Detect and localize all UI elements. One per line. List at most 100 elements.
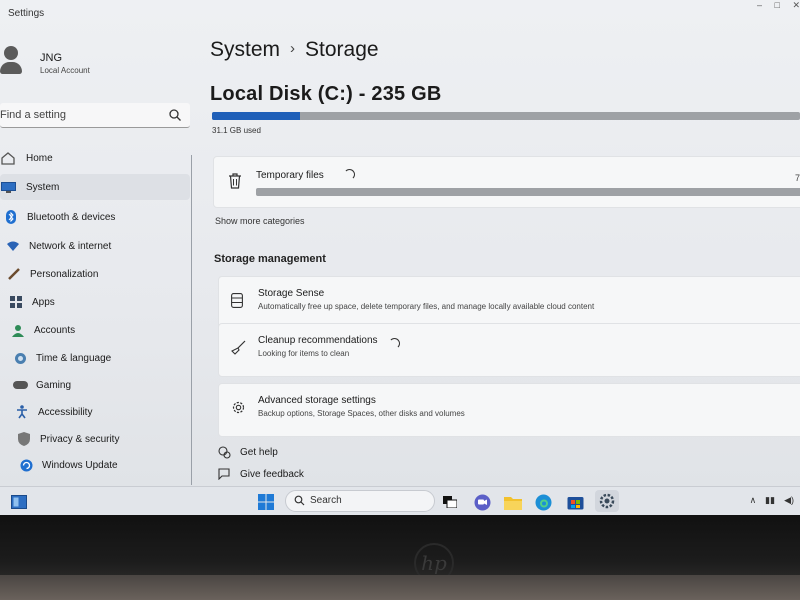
edge-icon[interactable]: [533, 492, 553, 512]
search-icon: [294, 495, 305, 506]
person-icon: [10, 323, 26, 337]
temporary-files-label: Temporary files: [256, 170, 324, 181]
disk-title: Local Disk (C:) - 235 GB: [210, 83, 442, 105]
brush-icon: [6, 267, 22, 281]
advanced-storage-settings-title: Advanced storage settings: [258, 395, 376, 406]
storage-sense-card[interactable]: Storage Sense Automatically free up spac…: [218, 276, 800, 330]
cleanup-recommendations-title: Cleanup recommendations: [258, 335, 378, 346]
sidebar-item-system[interactable]: System: [0, 174, 190, 200]
sidebar-item-network[interactable]: Network & internet: [5, 233, 185, 259]
sidebar-item-gaming[interactable]: Gaming: [12, 372, 192, 398]
minimize-button[interactable]: –: [757, 0, 762, 10]
sidebar-item-label: Bluetooth & devices: [27, 211, 116, 223]
store-icon[interactable]: [565, 492, 585, 512]
window-controls: – □ ✕: [747, 0, 800, 14]
get-help-label: Get help: [240, 447, 278, 458]
maximize-button[interactable]: □: [775, 0, 780, 10]
avatar[interactable]: [0, 46, 22, 76]
sidebar-item-home[interactable]: Home: [0, 145, 150, 171]
advanced-storage-settings-description: Backup options, Storage Spaces, other di…: [258, 409, 465, 418]
accessibility-icon: [14, 405, 30, 419]
storage-icon: [231, 293, 243, 308]
disk-usage-fill: [212, 112, 301, 120]
sidebar-item-label: Home: [26, 152, 53, 164]
give-feedback-label: Give feedback: [240, 468, 304, 480]
sidebar-item-accounts[interactable]: Accounts: [10, 317, 190, 343]
sidebar-item-bluetooth[interactable]: Bluetooth & devices: [3, 204, 183, 230]
advanced-storage-settings-card[interactable]: Advanced storage settings Backup options…: [218, 383, 800, 437]
sidebar-item-label: Network & internet: [29, 240, 112, 252]
taskbar-search-box[interactable]: Search: [285, 490, 435, 512]
help-icon: [216, 446, 232, 459]
breadcrumb-parent[interactable]: System: [210, 38, 280, 61]
get-help-link[interactable]: Get help: [216, 446, 278, 459]
chat-icon[interactable]: [472, 492, 492, 512]
globe-clock-icon: [12, 351, 28, 365]
give-feedback-link[interactable]: Give feedback: [216, 468, 304, 480]
sidebar-item-personalization[interactable]: Personalization: [6, 261, 186, 287]
storage-sense-description: Automatically free up space, delete temp…: [258, 302, 595, 311]
desk-surface: [0, 575, 800, 600]
title-bar: Settings – □ ✕: [0, 0, 800, 26]
monitor-icon: [0, 180, 16, 194]
breadcrumb-separator: ›: [290, 40, 296, 57]
system-tray[interactable]: ∧ ▮▮ ◀): [750, 495, 794, 506]
breadcrumb: System › Storage: [210, 38, 379, 62]
temporary-files-size: 7: [794, 173, 800, 183]
close-button[interactable]: ✕: [792, 0, 800, 11]
cleanup-recommendations-description: Looking for items to clean: [258, 349, 350, 358]
loading-spinner-icon: [389, 338, 400, 349]
show-more-categories-link[interactable]: Show more categories: [215, 216, 305, 226]
chevron-up-icon[interactable]: ∧: [750, 495, 757, 506]
widgets-icon[interactable]: [10, 492, 28, 512]
app-title: Settings: [8, 8, 45, 19]
volume-icon[interactable]: ◀): [784, 495, 794, 506]
search-icon[interactable]: [168, 108, 182, 122]
disk-usage-bar: [212, 112, 800, 120]
shield-icon: [16, 432, 32, 446]
loading-spinner-icon: [344, 169, 355, 180]
feedback-icon: [216, 468, 232, 480]
sidebar-item-label: Windows Update: [42, 459, 118, 471]
sidebar-item-label: Time & language: [36, 352, 112, 364]
sidebar-item-apps[interactable]: Apps: [8, 289, 188, 315]
page-title: Storage: [305, 38, 379, 61]
sidebar-item-label: Personalization: [30, 268, 99, 280]
cleanup-recommendations-card[interactable]: Cleanup recommendations Looking for item…: [218, 323, 800, 377]
sidebar-item-label: Apps: [32, 296, 55, 308]
storage-sense-title: Storage Sense: [258, 288, 325, 299]
wifi-icon[interactable]: ▮▮: [765, 495, 775, 506]
update-icon: [18, 458, 34, 472]
taskbar: Search ∧ ▮▮ ◀): [0, 486, 800, 515]
apps-icon: [8, 295, 24, 309]
search-input[interactable]: [0, 103, 165, 127]
sidebar-item-label: Accessibility: [38, 406, 93, 418]
disk-used-text: 31.1 GB used: [212, 126, 261, 135]
file-explorer-icon[interactable]: [503, 492, 523, 512]
sidebar-item-label: Privacy & security: [40, 433, 120, 445]
sidebar-item-time-language[interactable]: Time & language: [12, 345, 192, 371]
search-box[interactable]: [0, 103, 190, 128]
sidebar-item-windows-update[interactable]: Windows Update: [18, 452, 193, 478]
gear-icon: [232, 401, 245, 414]
task-view-icon[interactable]: [441, 492, 459, 512]
screen: Settings – □ ✕ JNG Local Account Home Sy…: [0, 0, 800, 515]
sidebar-item-label: Gaming: [36, 379, 72, 391]
taskbar-search-label: Search: [310, 495, 342, 506]
wifi-icon: [5, 239, 21, 253]
user-account-type: Local Account: [40, 66, 90, 75]
start-icon[interactable]: [256, 492, 276, 512]
storage-management-heading: Storage management: [214, 253, 326, 265]
bluetooth-icon: [3, 210, 19, 224]
trash-icon: [229, 173, 241, 189]
settings-app-icon[interactable]: [595, 490, 619, 512]
temporary-files-bar: [256, 188, 800, 196]
sidebar-item-privacy[interactable]: Privacy & security: [16, 426, 196, 452]
temporary-files-card[interactable]: Temporary files 7: [213, 156, 800, 208]
user-name: JNG: [40, 52, 62, 64]
gamepad-icon: [12, 378, 28, 392]
sidebar-item-label: Accounts: [34, 324, 76, 336]
sidebar-divider: [191, 155, 192, 485]
sidebar-item-accessibility[interactable]: Accessibility: [14, 399, 194, 425]
home-icon: [0, 151, 16, 165]
